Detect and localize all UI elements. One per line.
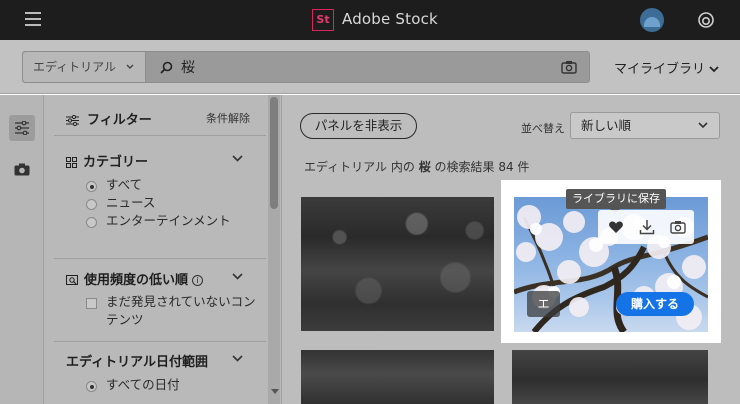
editorial-tag: エ — [527, 291, 560, 317]
date-option-all[interactable]: すべての日付 — [106, 376, 180, 394]
camera-icon[interactable] — [14, 163, 30, 176]
chevron-down-icon[interactable] — [232, 355, 243, 362]
card-actions — [598, 210, 694, 244]
filters-title: フィルター — [87, 113, 152, 128]
my-libraries-label: マイライブラリ — [614, 62, 706, 77]
heart-icon[interactable] — [608, 219, 624, 235]
buy-button[interactable]: 購入する — [616, 292, 694, 316]
category-option-news[interactable]: ニュース — [106, 194, 155, 212]
sliders-icon — [66, 115, 79, 126]
hamburger-icon[interactable] — [25, 12, 41, 26]
content-type-select[interactable]: エディトリアル — [23, 52, 146, 82]
sort-select[interactable]: 新しい順 — [570, 112, 720, 139]
chevron-down-icon — [709, 66, 719, 73]
results-summary-prefix: エディトリアル 内の — [304, 160, 415, 174]
result-thumbnail[interactable] — [512, 350, 708, 404]
category-all-radio[interactable] — [86, 181, 97, 192]
chevron-down-icon[interactable] — [232, 155, 243, 162]
result-thumbnail[interactable] — [301, 197, 494, 331]
date-all-radio[interactable] — [86, 381, 97, 392]
grid-icon — [66, 157, 77, 168]
category-news-radio[interactable] — [86, 199, 97, 210]
scroll-down-arrow-icon[interactable] — [271, 389, 279, 394]
divider — [54, 258, 266, 259]
filters-panel: フィルター 条件解除 カテゴリー すべて ニュース エンターテインメント 使用頻… — [44, 95, 282, 404]
search-input[interactable] — [181, 55, 551, 79]
camera-icon[interactable] — [670, 219, 686, 235]
chevron-down-icon — [126, 64, 134, 69]
download-icon[interactable] — [639, 219, 655, 235]
filters-heading: フィルター — [66, 109, 152, 128]
sort-value: 新しい順 — [581, 118, 632, 133]
filters-toggle-button[interactable] — [9, 115, 35, 141]
sliders-icon — [15, 121, 29, 135]
category-entertainment-radio[interactable] — [86, 217, 97, 228]
adobe-stock-logo[interactable]: St — [312, 9, 334, 31]
date-range-title: エディトリアル日付範囲 — [66, 355, 208, 370]
category-section-header[interactable]: カテゴリー — [66, 151, 148, 170]
category-option-all[interactable]: すべて — [106, 176, 142, 194]
divider — [54, 341, 266, 342]
avatar[interactable] — [640, 8, 664, 32]
my-libraries-menu[interactable]: マイライブラリ — [614, 58, 719, 77]
date-range-section-header[interactable]: エディトリアル日付範囲 — [66, 351, 208, 370]
results-summary-query: 桜 — [418, 160, 431, 174]
result-thumbnail[interactable] — [301, 350, 494, 404]
sort-label: 並べ替え — [521, 122, 565, 135]
info-icon[interactable]: i — [192, 275, 204, 286]
brand-name[interactable]: Adobe Stock — [342, 10, 438, 28]
clear-filters-link[interactable]: 条件解除 — [206, 110, 250, 126]
chevron-down-icon[interactable] — [232, 273, 243, 280]
undiscovered-option-label[interactable]: まだ発見されていないコンテンツ — [106, 293, 256, 329]
camera-icon[interactable] — [561, 60, 577, 74]
content-type-label: エディトリアル — [33, 60, 117, 74]
save-to-library-tooltip: ライブラリに保存 — [566, 189, 666, 214]
left-rail — [0, 95, 44, 404]
results-summary-suffix: の検索結果 84 件 — [434, 160, 530, 174]
search-box: エディトリアル — [22, 51, 590, 83]
usage-section-header[interactable]: 使用頻度の低い順 i — [66, 269, 204, 288]
hide-panel-button[interactable]: パネルを非表示 — [300, 113, 417, 139]
search-icon — [160, 61, 173, 74]
discover-icon — [66, 274, 78, 285]
app-header: St Adobe Stock — [0, 0, 740, 40]
divider — [54, 135, 266, 136]
results-summary: エディトリアル 内の 桜 の検索結果 84 件 — [304, 158, 529, 175]
category-option-entertainment[interactable]: エンターテインメント — [106, 212, 266, 230]
category-title: カテゴリー — [83, 155, 149, 170]
creative-cloud-icon[interactable] — [697, 11, 715, 29]
usage-title: 使用頻度の低い順 — [84, 273, 189, 288]
undiscovered-checkbox[interactable] — [86, 298, 97, 309]
chevron-down-icon — [698, 122, 708, 129]
filters-scrollbar-thumb[interactable] — [270, 97, 278, 209]
